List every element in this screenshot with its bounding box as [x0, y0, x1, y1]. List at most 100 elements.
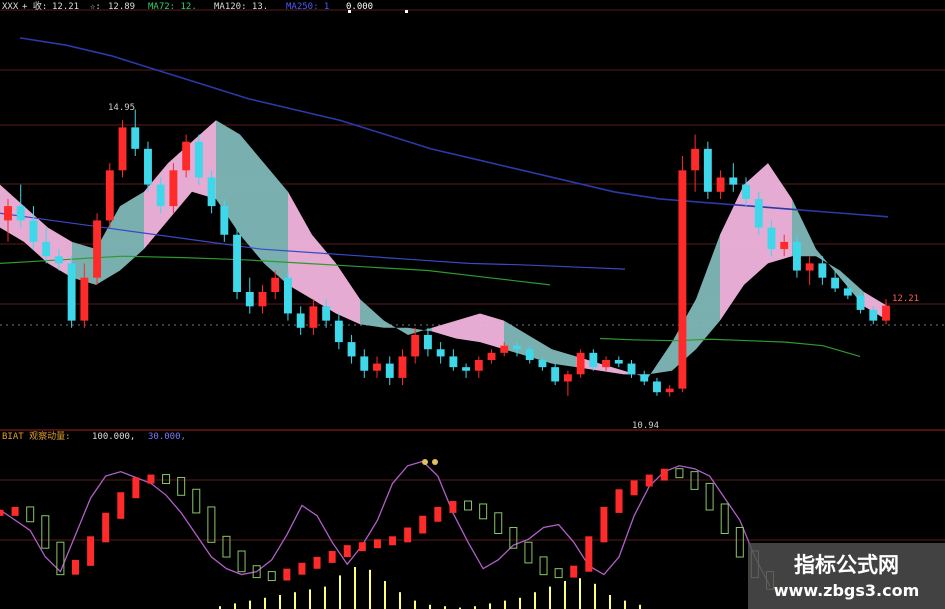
kd-bar-up: [87, 536, 95, 566]
kd-bar-down: [524, 541, 533, 564]
candle-body: [80, 277, 89, 321]
legend-marker: [348, 10, 351, 13]
candle-body: [309, 306, 318, 328]
kd-bar-up: [283, 568, 291, 581]
candle-body: [360, 356, 369, 371]
band-segment: [648, 342, 672, 378]
band-segment: [336, 263, 360, 325]
candle-body: [233, 234, 241, 292]
kd-bar-up: [585, 536, 593, 572]
watermark: 指标公式网 www.zbgs3.com: [748, 543, 945, 609]
legend-star-value: 12.89: [108, 2, 135, 12]
kd-bar-up: [117, 492, 125, 519]
kd-bar-up: [570, 565, 578, 578]
high-label: 14.95: [108, 103, 135, 113]
candle-body: [576, 352, 585, 375]
candle-body: [640, 374, 649, 382]
candle-body: [703, 148, 712, 192]
kd-bar-up: [147, 474, 155, 484]
kd-bar-down: [479, 503, 488, 520]
kd-bar-up: [328, 551, 336, 563]
candle-body: [283, 277, 292, 314]
kd-bar-up: [389, 536, 397, 546]
low-label: 10.94: [632, 421, 659, 431]
candle-body: [54, 256, 63, 264]
kd-bar-down: [222, 535, 231, 558]
candle-body: [792, 241, 801, 271]
legend-star-label: ☆:: [90, 2, 101, 12]
candle-body: [831, 277, 840, 289]
kd-bar-down: [675, 468, 684, 479]
kd-bar-up: [71, 559, 79, 575]
candle-body: [653, 381, 661, 393]
kd-bar-down: [705, 482, 714, 511]
kd-bar-up: [11, 506, 19, 516]
candle-body: [296, 313, 305, 328]
candle-body: [411, 334, 420, 357]
candle-body: [729, 177, 738, 185]
sub-legend-v1: 100.000,: [92, 432, 135, 442]
kd-bar-down: [494, 512, 503, 534]
candle-body: [334, 320, 343, 343]
candle-body: [16, 206, 25, 221]
candle-body: [500, 345, 509, 353]
kd-bar-down: [237, 550, 246, 573]
band-segment: [456, 313, 480, 343]
candle-body: [194, 141, 203, 178]
candle-body: [29, 220, 38, 242]
kd-bar-up: [419, 515, 427, 534]
sub-legend-title: BIAT 观察动量:: [2, 430, 71, 442]
candle-body: [805, 263, 814, 271]
candle-body: [207, 177, 216, 207]
candle-body: [563, 374, 572, 382]
candle-body: [169, 170, 178, 207]
candle-body: [105, 170, 114, 221]
candle-body: [882, 305, 890, 321]
kd-bar-up: [630, 480, 638, 496]
kd-bar-up: [298, 562, 306, 575]
candle-body: [780, 241, 789, 250]
candle-body: [716, 177, 725, 192]
candle-body: [373, 363, 381, 371]
candle-body: [258, 292, 267, 307]
candle-body: [462, 367, 471, 371]
watermark-title: 指标公式网: [794, 553, 899, 577]
watermark-url: www.zbgs3.com: [773, 581, 920, 600]
kd-bar-down: [207, 506, 216, 543]
kd-bar-down: [539, 556, 548, 576]
candle-body: [678, 170, 687, 389]
legend-close-value: 12.21: [52, 2, 79, 12]
kd-bar-up: [645, 474, 653, 487]
legend-marker: [405, 10, 408, 13]
kd-bar-up: [615, 489, 623, 513]
candle-body: [156, 184, 165, 207]
candle-body: [474, 360, 483, 371]
legend-name: XXX: [2, 2, 19, 12]
legend-ma-item: MA250: 1: [286, 2, 329, 12]
candle-body: [131, 127, 140, 149]
kd-bar-up: [404, 527, 412, 543]
candle-body: [487, 352, 496, 360]
candle-body: [220, 206, 229, 235]
top-marker: [422, 459, 428, 465]
band-segment: [312, 234, 336, 314]
kd-bar-up: [102, 512, 110, 543]
candle-body: [856, 295, 865, 310]
candle-body: [818, 263, 827, 278]
candle-body: [322, 306, 331, 321]
candle-body: [691, 148, 700, 171]
legend-ma-item: MA72: 12.: [148, 2, 197, 12]
candle-body: [449, 356, 458, 368]
candle-body: [67, 263, 76, 321]
kd-bar-down: [464, 500, 473, 511]
candle-body: [93, 220, 102, 278]
candle-body: [513, 345, 521, 350]
kd-bar-up: [449, 501, 457, 513]
kd-bar-up: [373, 539, 381, 549]
candle-body: [436, 349, 445, 357]
candle-body: [347, 342, 356, 357]
candle-body: [869, 309, 878, 321]
candle-body: [551, 367, 560, 382]
kd-bar-down: [26, 506, 35, 523]
band-segment: [432, 320, 456, 339]
